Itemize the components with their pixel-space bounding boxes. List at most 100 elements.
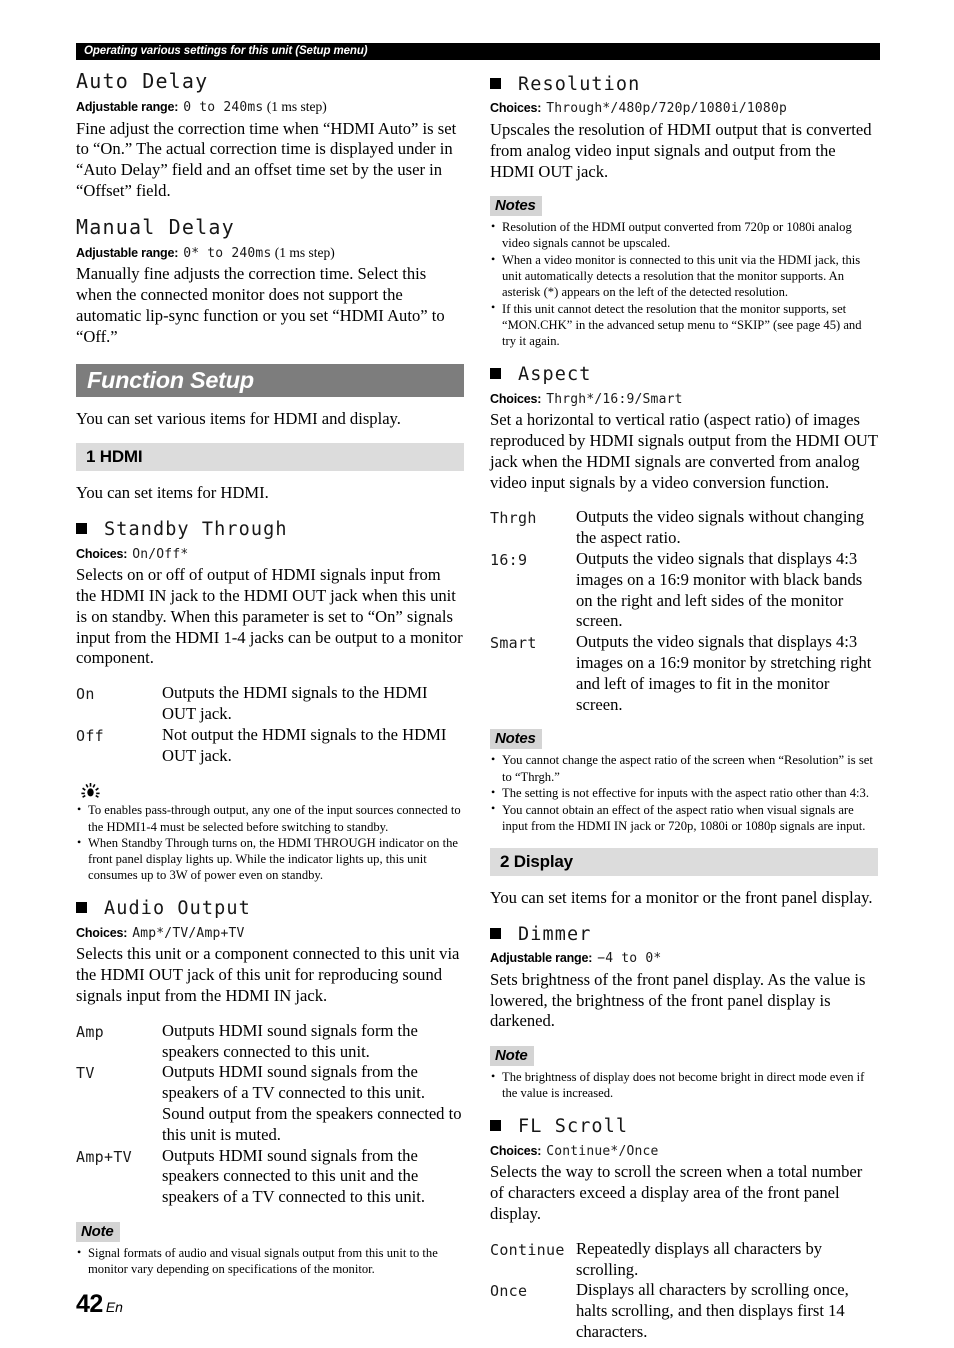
dimmer-range-value: −4 to 0* bbox=[597, 951, 662, 967]
definition-description: Repeatedly displays all characters by sc… bbox=[576, 1238, 823, 1279]
tip-icon bbox=[76, 782, 106, 800]
item-heading-standby-through: Standby Through bbox=[76, 519, 464, 540]
notes-badge: Notes bbox=[490, 729, 542, 750]
dimmer-range: Adjustable range: −4 to 0* bbox=[490, 949, 878, 968]
definition-row: 16:9 Outputs the video signals that disp… bbox=[490, 549, 878, 632]
note-item: The brightness of display does not becom… bbox=[490, 1069, 878, 1101]
definition-description: Outputs the HDMI signals to the HDMI OUT… bbox=[162, 683, 428, 723]
auto-delay-body: Fine adjust the correction time when “HD… bbox=[76, 118, 457, 200]
item-heading-fl-scroll: FL Scroll bbox=[490, 1117, 878, 1137]
note-list: You cannot change the aspect ratio of th… bbox=[490, 752, 878, 834]
choices-label: Choices: bbox=[76, 546, 128, 561]
definition-term: Thrgh bbox=[490, 509, 537, 528]
note-item: When a video monitor is connected to thi… bbox=[490, 252, 878, 300]
item-heading-audio-output: Audio Output bbox=[76, 899, 464, 919]
definition-term: Off bbox=[76, 726, 104, 745]
item-name-audio-output: Audio Output bbox=[104, 898, 251, 920]
manual-delay-range-tail: (1 ms step) bbox=[274, 244, 335, 260]
manual-delay-range: Adjustable range: 0* to 240ms (1 ms step) bbox=[76, 244, 464, 263]
tip-item: When Standby Through turns on, the HDMI … bbox=[76, 835, 464, 883]
definition-term: Once bbox=[490, 1282, 528, 1301]
aspect-body: Set a horizontal to vertical ratio (aspe… bbox=[490, 410, 878, 492]
right-column: Resolution Choices: Through*/480p/720p/10… bbox=[490, 70, 878, 1343]
item-heading-resolution: Resolution bbox=[490, 74, 878, 95]
fl-scroll-choices-value: Continue*/Once bbox=[546, 1143, 659, 1159]
manual-page: Operating various settings for this unit… bbox=[0, 0, 954, 1348]
black-square-bullet-icon bbox=[76, 523, 87, 535]
left-column: Auto Delay Adjustable range: 0 to 240ms (… bbox=[76, 70, 464, 1278]
resolution-body: Upscales the resolution of HDMI output t… bbox=[490, 119, 872, 181]
audio-output-choices-value: Amp*/TV/Amp+TV bbox=[132, 925, 245, 941]
definition-row: Off Not output the HDMI signals to the H… bbox=[76, 725, 464, 767]
fl-scroll-body: Selects the way to scroll the screen whe… bbox=[490, 1162, 863, 1223]
item-heading-dimmer: Dimmer bbox=[490, 923, 878, 945]
manual-delay-body: Manually fine adjusts the correction tim… bbox=[76, 264, 445, 346]
definition-term: Smart bbox=[490, 634, 537, 653]
section-banner-function-setup: Function Setup bbox=[76, 363, 464, 397]
definition-row: Amp Outputs HDMI sound signals form the … bbox=[76, 1021, 464, 1063]
black-square-bullet-icon bbox=[490, 927, 501, 939]
choices-label: Choices: bbox=[490, 1143, 542, 1158]
aspect-choices-value: Thrgh*/16:9/Smart bbox=[546, 391, 683, 407]
resolution-choices: Choices: Through*/480p/720p/1080i/1080p bbox=[490, 99, 878, 118]
standby-through-choices-value: On/Off* bbox=[132, 546, 189, 562]
definition-term: Amp bbox=[76, 1022, 104, 1041]
note-list: Resolution of the HDMI output converted … bbox=[490, 219, 878, 349]
choices-label: Choices: bbox=[490, 101, 542, 116]
definition-description: Outputs HDMI sound signals form the spea… bbox=[162, 1020, 418, 1061]
item-name-resolution: Resolution bbox=[518, 74, 641, 95]
note-badge: Note bbox=[490, 1046, 534, 1067]
manual-delay-range-value: 0* to 240ms bbox=[183, 245, 272, 261]
choices-label: Choices: bbox=[490, 391, 542, 406]
definition-term: 16:9 bbox=[490, 550, 528, 569]
running-header-bar: Operating various settings for this unit… bbox=[76, 43, 880, 60]
fl-scroll-choices: Choices: Continue*/Once bbox=[490, 1142, 878, 1161]
choices-label: Choices: bbox=[76, 925, 128, 940]
page-number: 42 bbox=[76, 1290, 103, 1318]
note-item: If this unit cannot detect the resolutio… bbox=[490, 300, 878, 349]
auto-delay-range: Adjustable range: 0 to 240ms (1 ms step) bbox=[76, 98, 464, 117]
hdmi-intro: You can set items for HDMI. bbox=[76, 483, 269, 503]
definition-term: Amp+TV bbox=[76, 1147, 132, 1166]
display-intro: You can set items for a monitor or the f… bbox=[490, 888, 873, 908]
item-name-dimmer: Dimmer bbox=[518, 923, 592, 945]
audio-output-body: Selects this unit or a component connect… bbox=[76, 944, 460, 1005]
section-title-manual-delay: Manual Delay bbox=[76, 214, 235, 239]
tip-item: To enables pass-through output, any one … bbox=[76, 802, 464, 834]
adjustable-range-label: Adjustable range: bbox=[76, 100, 179, 114]
definition-description: Not output the HDMI signals to the HDMI … bbox=[162, 724, 447, 765]
section-title-auto-delay: Auto Delay bbox=[76, 69, 209, 93]
adjustable-range-label: Adjustable range: bbox=[490, 951, 593, 966]
definition-term: On bbox=[76, 685, 95, 704]
audio-output-choices: Choices: Amp*/TV/Amp+TV bbox=[76, 924, 464, 943]
note-list: Signal formats of audio and visual signa… bbox=[76, 1245, 464, 1277]
auto-delay-range-value: 0 to 240ms bbox=[183, 100, 264, 115]
tip-list: To enables pass-through output, any one … bbox=[76, 802, 464, 883]
definition-row: Once Displays all characters by scrollin… bbox=[490, 1280, 878, 1342]
definition-row: Smart Outputs the video signals that dis… bbox=[490, 632, 878, 715]
item-name-fl-scroll: FL Scroll bbox=[518, 1116, 629, 1138]
black-square-bullet-icon bbox=[490, 78, 501, 89]
definition-term: TV bbox=[76, 1064, 95, 1083]
dimmer-body: Sets brightness of the front panel displ… bbox=[490, 969, 866, 1031]
standby-through-body: Selects on or off of output of HDMI sign… bbox=[76, 565, 463, 668]
auto-delay-range-tail: (1 ms step) bbox=[266, 99, 327, 114]
note-item: The setting is not effective for inputs … bbox=[490, 785, 878, 801]
notes-badge: Notes bbox=[490, 196, 542, 217]
note-item: Signal formats of audio and visual signa… bbox=[76, 1245, 464, 1277]
black-square-bullet-icon bbox=[490, 1120, 501, 1132]
definition-row: TV Outputs HDMI sound signals from the s… bbox=[76, 1062, 464, 1145]
definition-description: Outputs the video signals without changi… bbox=[576, 507, 865, 548]
note-list: The brightness of display does not becom… bbox=[490, 1069, 878, 1101]
note-item: You cannot change the aspect ratio of th… bbox=[490, 752, 878, 784]
item-name-aspect: Aspect bbox=[518, 364, 592, 386]
definition-description: Displays all characters by scrolling onc… bbox=[576, 1280, 849, 1341]
definition-description: Outputs the video signals that displays … bbox=[576, 632, 872, 714]
definition-description: Outputs HDMI sound signals from the spea… bbox=[162, 1062, 462, 1144]
subsection-banner-display: 2 Display bbox=[490, 848, 878, 877]
page-language-code: En bbox=[105, 1299, 123, 1315]
definition-description: Outputs the video signals that displays … bbox=[576, 548, 863, 631]
note-badge: Note bbox=[76, 1222, 120, 1243]
resolution-choices-value: Through*/480p/720p/1080i/1080p bbox=[546, 101, 788, 117]
item-heading-aspect: Aspect bbox=[490, 364, 878, 386]
